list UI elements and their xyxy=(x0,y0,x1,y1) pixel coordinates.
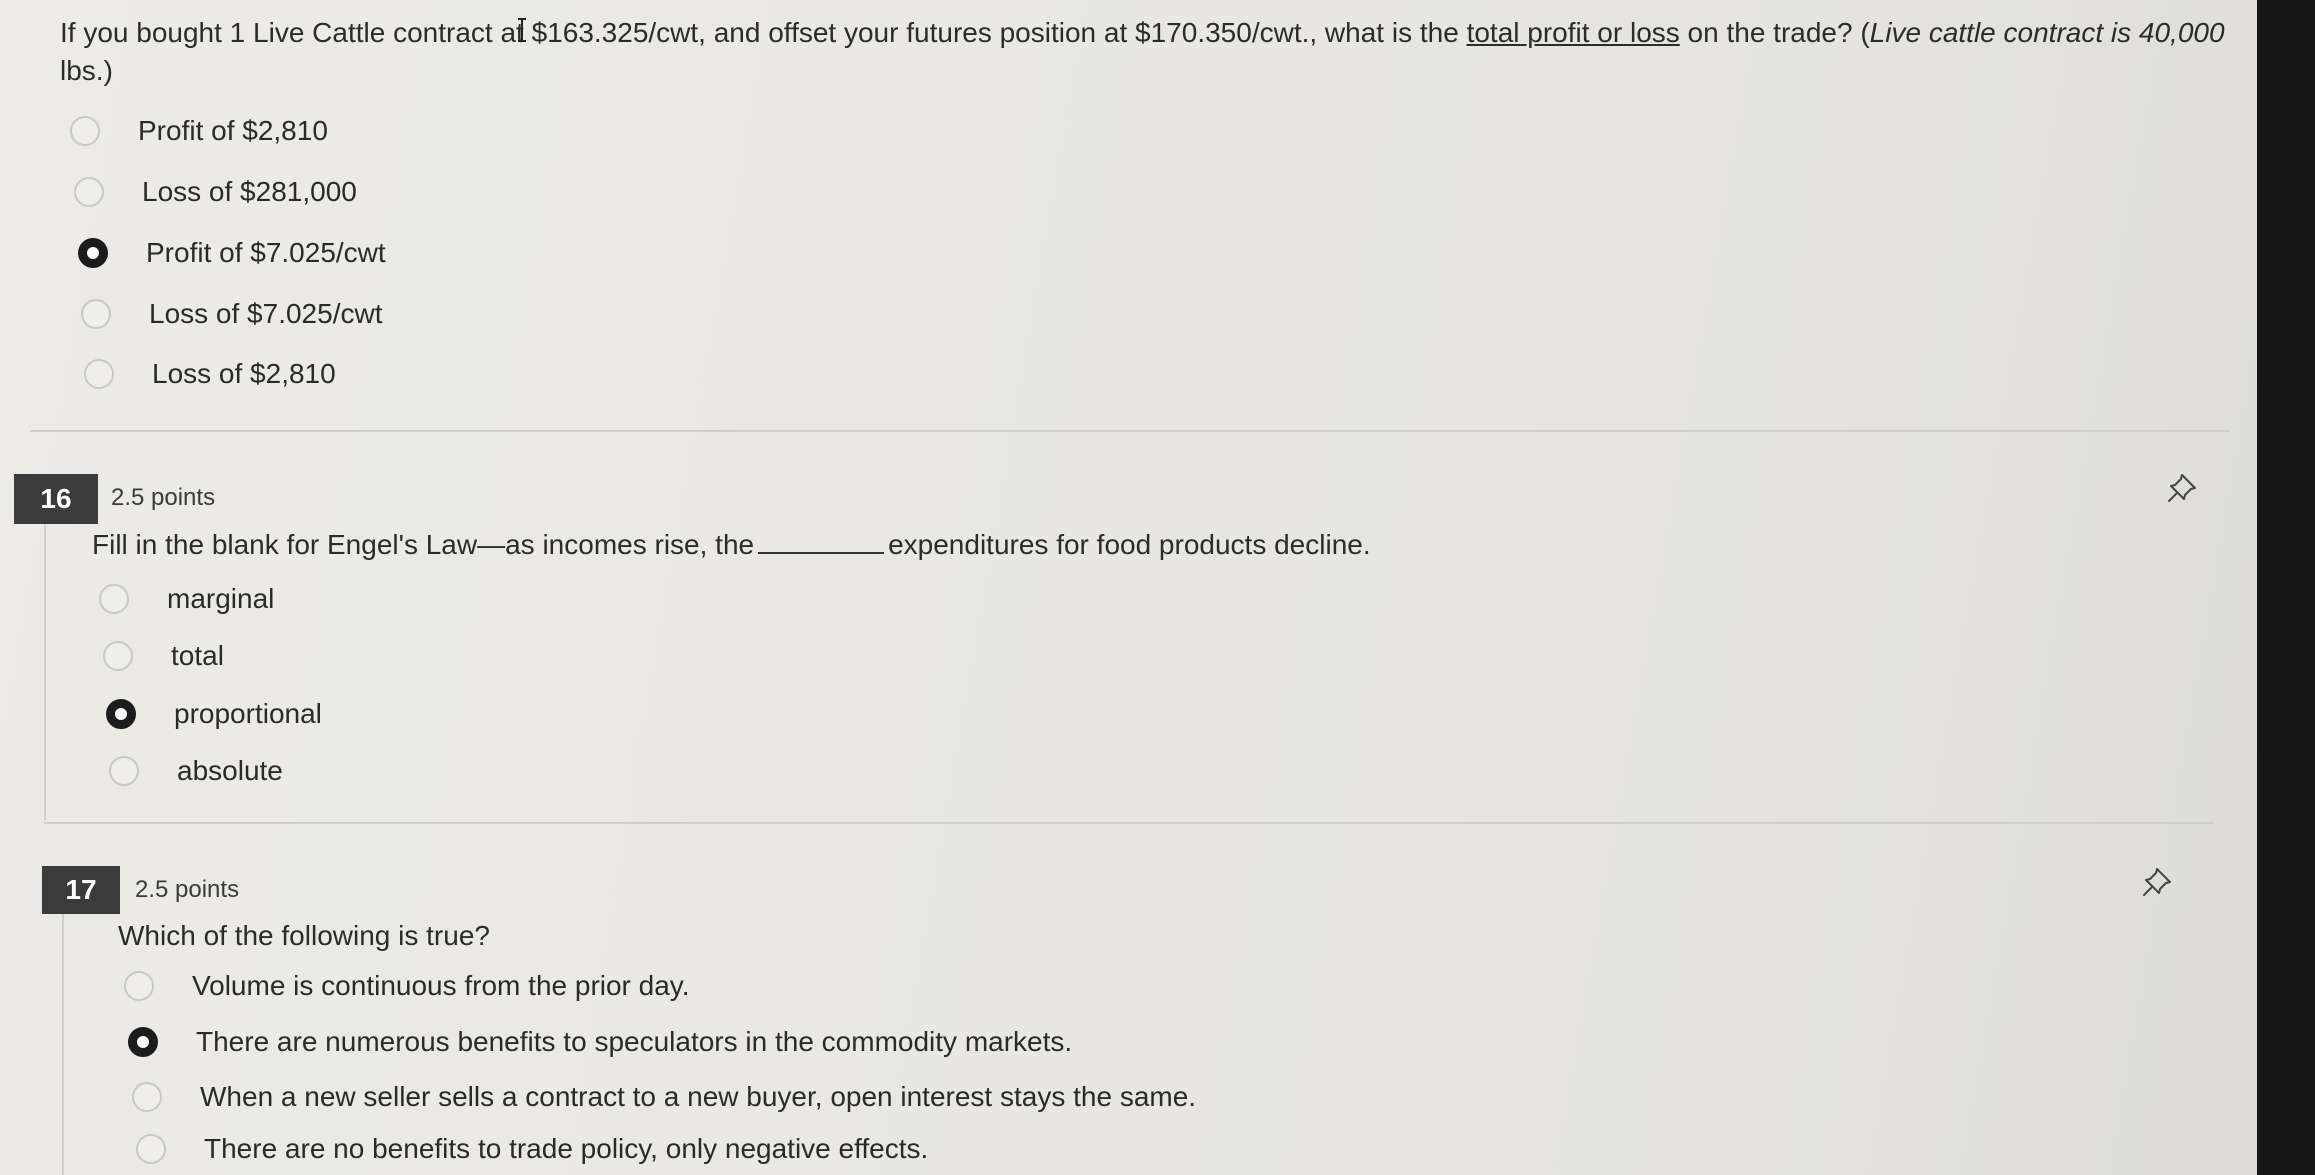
question-15-text: If you bought 1 Live Cattle contract at … xyxy=(60,14,2230,90)
screen-bezel xyxy=(2257,0,2315,1175)
radio-empty-icon[interactable] xyxy=(109,756,139,786)
fill-in-blank xyxy=(758,528,885,554)
q16-option-2[interactable]: total xyxy=(103,640,224,672)
radio-empty-icon[interactable] xyxy=(70,116,100,146)
radio-empty-icon[interactable] xyxy=(84,359,114,389)
q17-option-1[interactable]: Volume is continuous from the prior day. xyxy=(124,970,690,1002)
divider xyxy=(44,822,2214,824)
q15-option-5[interactable]: Loss of $2,810 xyxy=(84,358,336,390)
question-15-emphasis: total profit or loss xyxy=(1466,17,1680,48)
quiz-page: If you bought 1 Live Cattle contract at … xyxy=(0,0,2250,1175)
pin-icon[interactable] xyxy=(2166,470,2200,504)
question-16-number: 16 xyxy=(14,474,98,524)
radio-selected-icon[interactable] xyxy=(128,1027,158,1057)
radio-empty-icon[interactable] xyxy=(99,584,129,614)
q15-option-1[interactable]: Profit of $2,810 xyxy=(70,115,328,147)
question-16-text: Fill in the blank for Engel's Law—as inc… xyxy=(92,526,1371,564)
text-cursor-icon xyxy=(518,18,526,42)
radio-empty-icon[interactable] xyxy=(81,299,111,329)
q17-option-1-label: Volume is continuous from the prior day. xyxy=(192,970,690,1001)
q16-option-3-label: proportional xyxy=(174,698,322,729)
q16-option-4-label: absolute xyxy=(177,755,283,786)
q16-option-3[interactable]: proportional xyxy=(106,698,322,730)
q17-option-2-label: There are numerous benefits to speculato… xyxy=(196,1026,1073,1057)
q17-option-2[interactable]: There are numerous benefits to speculato… xyxy=(128,1026,1072,1058)
q17-option-3[interactable]: When a new seller sells a contract to a … xyxy=(132,1081,1196,1113)
radio-empty-icon[interactable] xyxy=(74,177,104,207)
q15-option-3-label: Profit of $7.025/cwt xyxy=(146,237,386,268)
question-16-points: 2.5 points xyxy=(111,484,216,511)
q16-option-2-label: total xyxy=(171,640,224,671)
radio-empty-icon[interactable] xyxy=(124,971,154,1001)
q17-option-4-label: There are no benefits to trade policy, o… xyxy=(204,1133,929,1164)
question-15-note: Live cattle contract is 40,000 xyxy=(1869,17,2225,48)
q16-option-1[interactable]: marginal xyxy=(99,583,274,615)
question-17-number: 17 xyxy=(42,866,120,914)
q17-option-3-label: When a new seller sells a contract to a … xyxy=(200,1081,1197,1112)
q16-option-1-label: marginal xyxy=(167,583,275,614)
question-15-text-part2: on the trade? ( xyxy=(1679,17,1870,48)
q15-option-2[interactable]: Loss of $281,000 xyxy=(74,176,357,208)
q15-option-1-label: Profit of $2,810 xyxy=(138,115,328,146)
divider xyxy=(30,430,2230,432)
question-16-left-rule xyxy=(44,520,46,820)
pin-icon[interactable] xyxy=(2141,864,2175,898)
question-15-text-part1: If you bought 1 Live Cattle contract at … xyxy=(60,17,1467,48)
question-17-points: 2.5 points xyxy=(135,876,240,903)
q17-option-4[interactable]: There are no benefits to trade policy, o… xyxy=(136,1133,928,1165)
radio-empty-icon[interactable] xyxy=(103,641,133,671)
question-16-text-part1: Fill in the blank for Engel's Law—as inc… xyxy=(92,529,755,560)
question-17-text: Which of the following is true? xyxy=(118,920,490,951)
q15-option-4-label: Loss of $7.025/cwt xyxy=(149,298,383,329)
radio-empty-icon[interactable] xyxy=(136,1134,166,1164)
question-16-text-part2: expenditures for food products decline. xyxy=(888,529,1371,560)
radio-empty-icon[interactable] xyxy=(132,1082,162,1112)
q15-option-2-label: Loss of $281,000 xyxy=(142,176,357,207)
q15-option-5-label: Loss of $2,810 xyxy=(152,358,336,389)
radio-selected-icon[interactable] xyxy=(106,699,136,729)
q15-option-4[interactable]: Loss of $7.025/cwt xyxy=(81,298,382,330)
q15-option-3[interactable]: Profit of $7.025/cwt xyxy=(78,237,386,269)
question-17-left-rule xyxy=(62,912,64,1175)
question-15-text-line2: lbs.) xyxy=(60,55,113,86)
radio-selected-icon[interactable] xyxy=(78,238,108,268)
q16-option-4[interactable]: absolute xyxy=(109,755,283,787)
